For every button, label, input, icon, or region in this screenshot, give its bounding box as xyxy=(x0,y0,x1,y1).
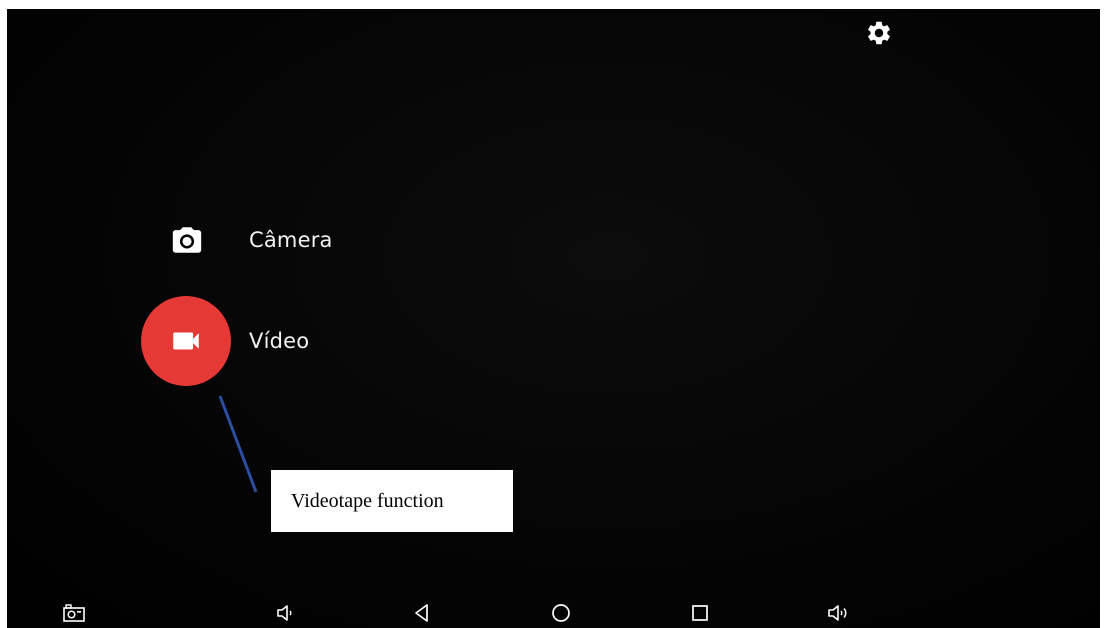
mode-camera-label: Câmera xyxy=(249,228,333,252)
volume-down-icon xyxy=(277,605,292,621)
annotation-text: Videotape function xyxy=(291,489,444,512)
video-mode-button[interactable] xyxy=(141,296,231,386)
back-button[interactable] xyxy=(409,600,435,626)
mode-camera-item[interactable]: Câmera xyxy=(167,217,333,263)
home-icon xyxy=(552,604,570,622)
back-icon xyxy=(415,604,428,622)
recents-icon xyxy=(692,605,708,621)
recents-button[interactable] xyxy=(687,600,713,626)
volume-up-icon xyxy=(828,605,847,621)
navigation-bar xyxy=(7,598,1100,628)
volume-up-button[interactable] xyxy=(825,600,851,626)
volume-down-button[interactable] xyxy=(272,600,298,626)
videocam-icon xyxy=(173,332,199,350)
screenshot-icon xyxy=(63,604,85,622)
home-button[interactable] xyxy=(548,600,574,626)
mode-video-label: Vídeo xyxy=(249,329,310,353)
page: Câmera Vídeo Videotape function xyxy=(0,0,1104,628)
mode-video-item[interactable]: Vídeo xyxy=(141,296,309,386)
camera-app-screen: Câmera Vídeo xyxy=(7,9,1100,628)
annotation-callout: Videotape function xyxy=(271,470,513,532)
screenshot-button[interactable] xyxy=(61,600,87,626)
gear-icon xyxy=(868,21,890,45)
camera-icon xyxy=(167,220,207,260)
settings-button[interactable] xyxy=(865,19,893,47)
